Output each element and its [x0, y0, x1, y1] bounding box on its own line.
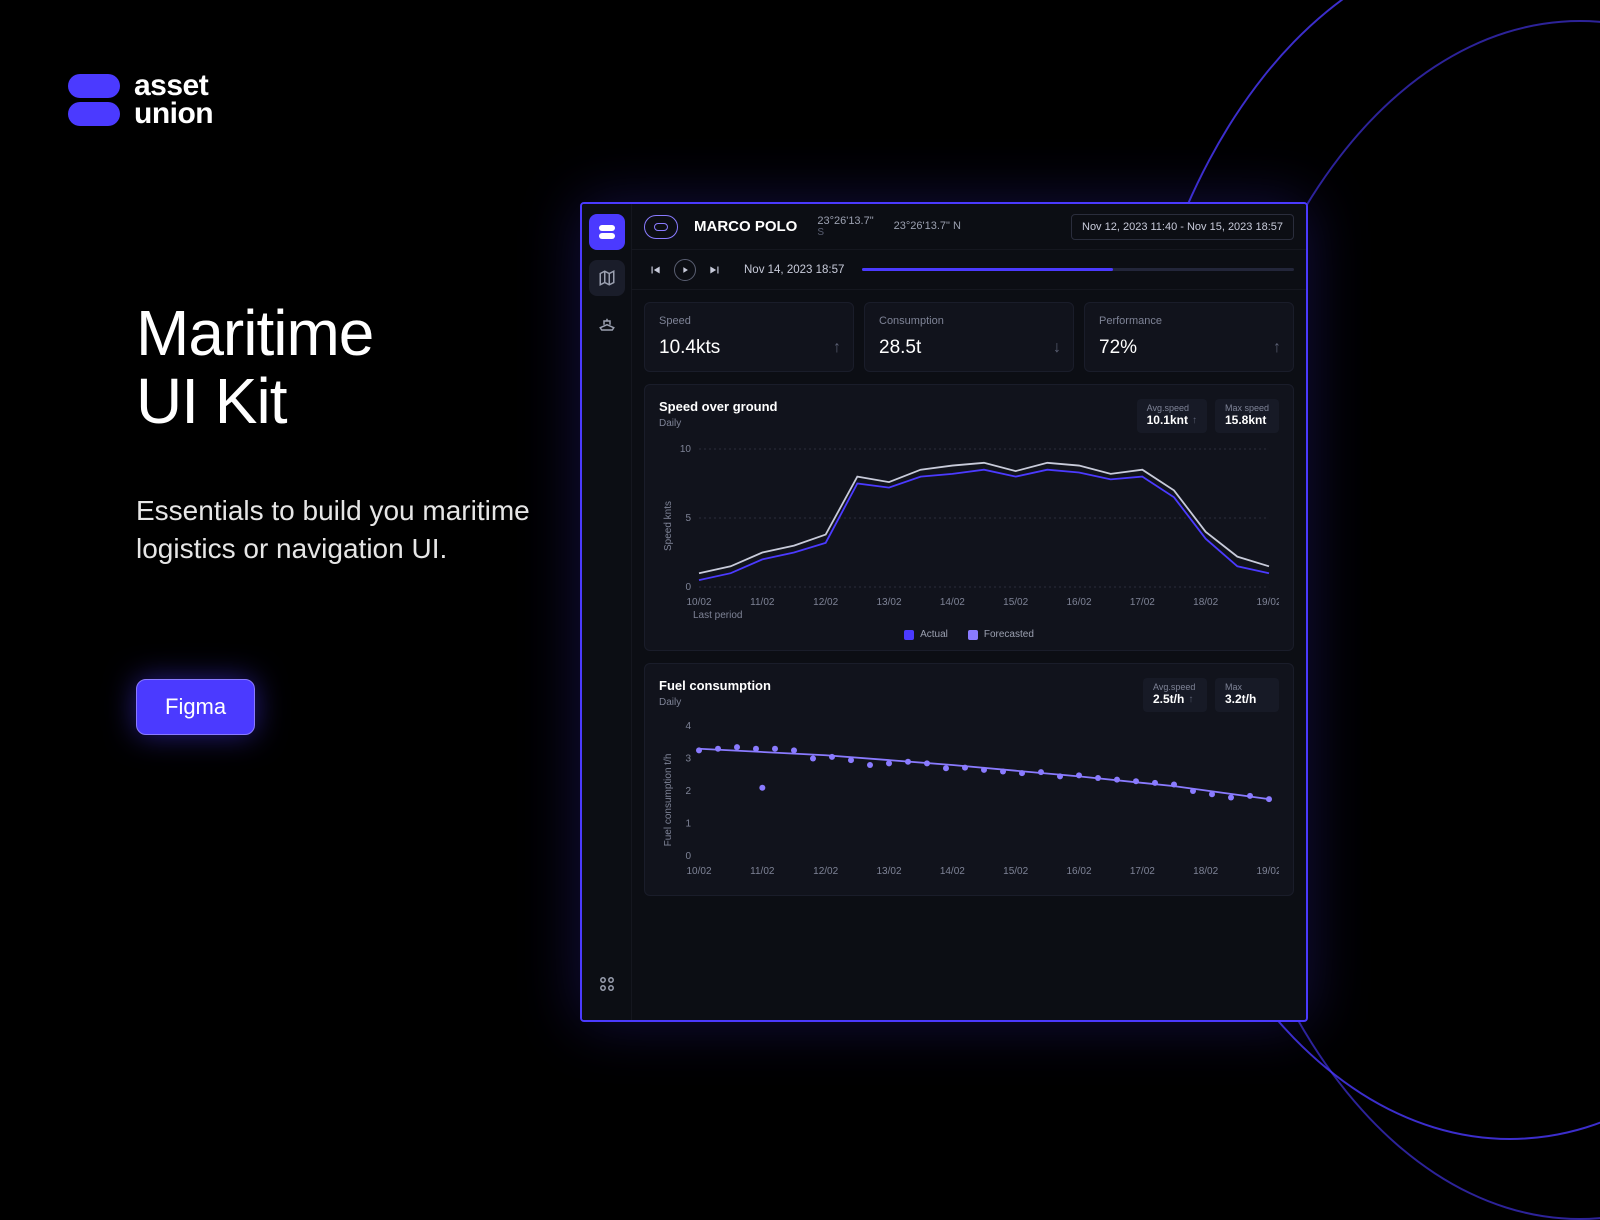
stat-max-fuel: Max 3.2t/h [1215, 678, 1279, 712]
skip-back-icon[interactable] [644, 259, 666, 281]
sidebar [582, 204, 632, 1020]
svg-text:12/02: 12/02 [813, 597, 838, 608]
date-range[interactable]: Nov 12, 2023 11:40 - Nov 15, 2023 18:57 [1071, 214, 1294, 240]
playback-bar: Nov 14, 2023 18:57 [632, 250, 1306, 290]
svg-text:1: 1 [685, 819, 691, 830]
svg-text:11/02: 11/02 [750, 866, 775, 877]
svg-text:13/02: 13/02 [876, 597, 901, 608]
arrow-up-icon: ↑ [1192, 415, 1197, 426]
svg-text:2: 2 [685, 786, 691, 797]
promo-subtitle: Essentials to build you maritime logisti… [136, 492, 556, 569]
svg-text:11/02: 11/02 [750, 597, 775, 608]
promo-title: Maritime UI Kit [136, 300, 556, 436]
svg-text:0: 0 [685, 851, 691, 862]
legend-actual: Actual [904, 629, 948, 640]
svg-text:12/02: 12/02 [813, 866, 838, 877]
chart-title: Fuel consumption [659, 678, 771, 693]
metrics-row: Speed 10.4kts ↑ Consumption 28.5t ↓ Perf… [632, 290, 1306, 384]
playback-progress [862, 268, 1112, 271]
fuel-scatter-chart: 0 1 2 3 4 Fuel consumption t/h 10/02 11/02 12/02… [659, 720, 1279, 880]
svg-text:16/02: 16/02 [1066, 597, 1091, 608]
svg-text:19/02: 19/02 [1256, 866, 1279, 877]
sidebar-apps-icon[interactable] [589, 966, 625, 1002]
stat-max-speed: Max speed 15.8knt [1215, 399, 1279, 433]
brand-name: asset union [134, 72, 213, 127]
metric-performance: Performance 72% ↑ [1084, 302, 1294, 372]
svg-text:5: 5 [685, 513, 691, 524]
svg-text:Speed knts: Speed knts [663, 501, 674, 551]
arrow-down-icon: ↓ [1053, 339, 1061, 357]
arrow-up-icon: ↑ [833, 339, 841, 357]
metric-consumption: Consumption 28.5t ↓ [864, 302, 1074, 372]
play-icon[interactable] [674, 259, 696, 281]
chart-subtitle: Daily [659, 697, 771, 708]
vessel-name: MARCO POLO [694, 218, 797, 235]
app-window: MARCO POLO 23°26'13.7" S 23°26'13.7" N N… [580, 202, 1308, 1022]
chart-title: Speed over ground [659, 399, 777, 414]
stat-avg-fuel: Avg.speed 2.5t/h↑ [1143, 678, 1207, 712]
chart-subtitle: Daily [659, 418, 777, 429]
playback-track[interactable] [862, 268, 1294, 271]
skip-forward-icon[interactable] [704, 259, 726, 281]
svg-text:13/02: 13/02 [876, 866, 901, 877]
svg-text:10: 10 [680, 444, 692, 455]
figma-button[interactable]: Figma [136, 679, 255, 735]
svg-text:18/02: 18/02 [1193, 866, 1218, 877]
metric-value: 72% [1099, 337, 1279, 359]
svg-text:0: 0 [685, 582, 691, 593]
svg-text:10/02: 10/02 [686, 597, 711, 608]
svg-text:16/02: 16/02 [1066, 866, 1091, 877]
metric-label: Speed [659, 315, 839, 327]
coordinate-lat: 23°26'13.7" S [817, 215, 873, 238]
topbar: MARCO POLO 23°26'13.7" S 23°26'13.7" N N… [632, 204, 1306, 250]
logo-mark [68, 74, 120, 126]
svg-text:15/02: 15/02 [1003, 597, 1028, 608]
svg-text:18/02: 18/02 [1193, 597, 1218, 608]
arrow-up-icon: ↑ [1188, 694, 1193, 705]
speed-line-chart: 0 5 10 Speed knts 10/02 11/02 12/02 13/02 14/02 1… [659, 441, 1279, 611]
svg-text:14/02: 14/02 [940, 597, 965, 608]
metric-speed: Speed 10.4kts ↑ [644, 302, 854, 372]
metric-label: Performance [1099, 315, 1279, 327]
metric-value: 10.4kts [659, 337, 839, 359]
route-chip-icon[interactable] [644, 215, 678, 239]
metric-value: 28.5t [879, 337, 1059, 359]
svg-text:4: 4 [685, 721, 691, 732]
fuel-chart-card: Fuel consumption Daily Avg.speed 2.5t/h↑… [644, 663, 1294, 896]
coordinate-lon: 23°26'13.7" N [894, 220, 961, 232]
playback-timestamp: Nov 14, 2023 18:57 [744, 264, 844, 276]
svg-text:10/02: 10/02 [686, 866, 711, 877]
metric-label: Consumption [879, 315, 1059, 327]
svg-text:17/02: 17/02 [1130, 597, 1155, 608]
svg-text:17/02: 17/02 [1130, 866, 1155, 877]
svg-text:15/02: 15/02 [1003, 866, 1028, 877]
sidebar-ship-icon[interactable] [589, 306, 625, 342]
svg-text:19/02: 19/02 [1256, 597, 1279, 608]
svg-text:3: 3 [685, 754, 691, 765]
svg-text:14/02: 14/02 [940, 866, 965, 877]
arrow-up-icon: ↑ [1273, 339, 1281, 357]
brand-logo: asset union [68, 72, 213, 127]
legend-forecasted: Forecasted [968, 629, 1034, 640]
sidebar-logo-icon[interactable] [589, 214, 625, 250]
stat-avg-speed: Avg.speed 10.1knt↑ [1137, 399, 1207, 433]
sidebar-map-icon[interactable] [589, 260, 625, 296]
speed-chart-card: Speed over ground Daily Avg.speed 10.1kn… [644, 384, 1294, 651]
svg-text:Fuel consumption t/h: Fuel consumption t/h [663, 754, 674, 847]
